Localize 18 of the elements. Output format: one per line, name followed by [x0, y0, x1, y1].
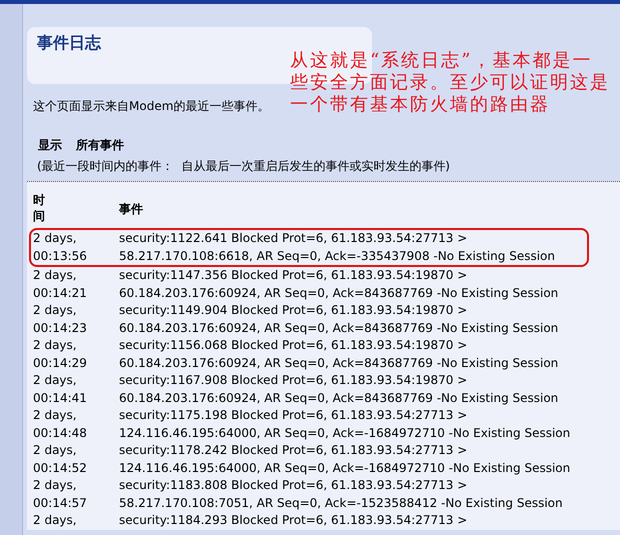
time-cell-text: 2 days, 00:14:52 — [33, 442, 87, 476]
time-cell-text: 2 days, 00:14:29 — [33, 337, 87, 372]
annotation-text: 从这就是“系统日志”，基本都是一 些安全方面记录。至少可以证明这是 一个带有基本防火墙的路由器 — [290, 50, 610, 116]
time-cell-text: 2 days, 00:14:48 — [33, 407, 87, 442]
event-cell-text: security:1184.293 Blocked Prot=6, 61.183.93.54:27713 > — [119, 512, 468, 529]
page-description: 这个页面显示来自Modem的最近一些事件。 — [33, 98, 270, 115]
filter-label: 显示 — [38, 137, 62, 154]
page-title: 事件日志 — [37, 33, 101, 54]
time-cell-text: 2 days, — [33, 512, 77, 529]
time-cell-text: 2 days, 00:14:21 — [33, 267, 87, 302]
filter-value: 所有事件 — [76, 137, 124, 154]
time-cell-text: 2 days, 00:14:57 — [33, 477, 87, 512]
column-header: 时间 — [33, 193, 45, 225]
filter-note: (最近一段时间内的事件： 自从最后一次重启后发生的事件或实时发生的事件) — [37, 158, 450, 175]
time-cell-text: 2 days, 00:14:23 — [33, 302, 87, 336]
column-header: 事件 — [119, 200, 143, 218]
time-cell-text: 2 days, 00:14:41 — [33, 372, 87, 406]
time-cell-text: 2 days, 00:13:56 — [33, 230, 87, 264]
